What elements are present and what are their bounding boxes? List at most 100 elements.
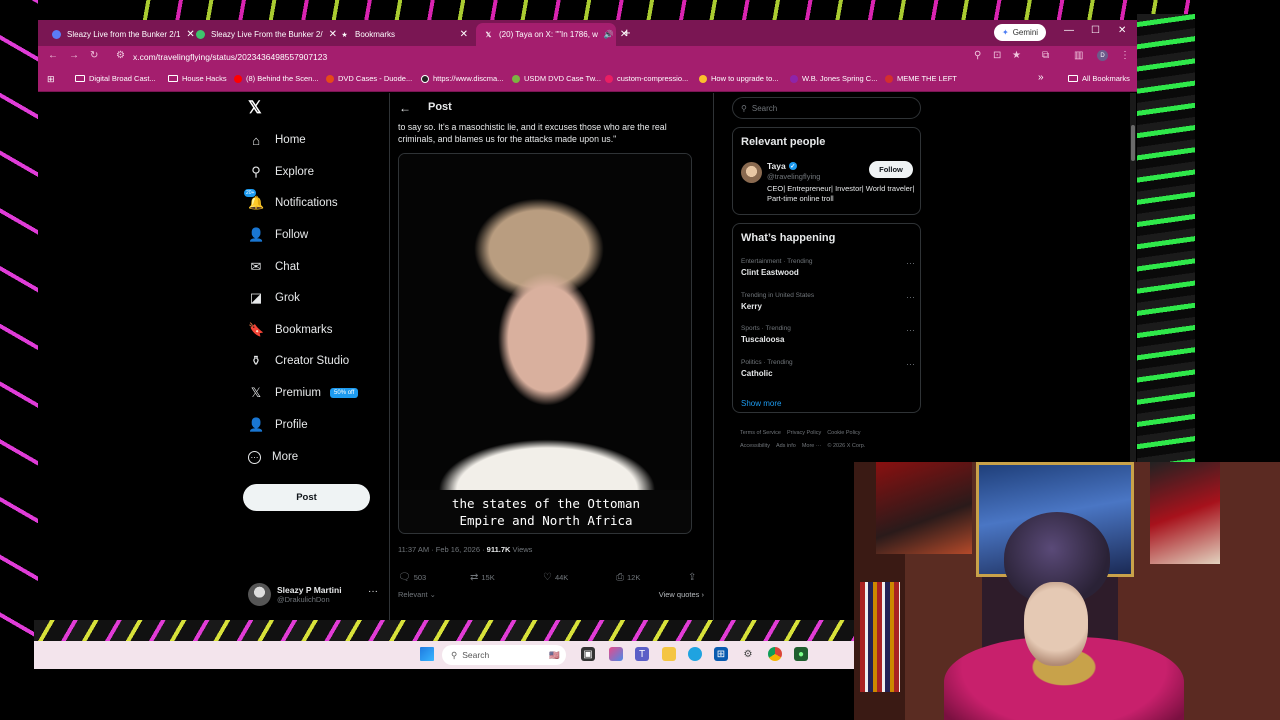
windows-start-icon[interactable] <box>420 647 434 661</box>
chrome-icon[interactable] <box>768 647 782 661</box>
bookmark-custom-compression[interactable]: custom-compressio... <box>605 74 688 83</box>
nav-home[interactable]: ⌂ Home <box>248 129 306 151</box>
share-icon: ⇪ <box>688 572 697 583</box>
url-field[interactable]: x.com/travelingflying/status/20234364985… <box>133 52 327 62</box>
x-logo-icon[interactable]: 𝕏 <box>248 98 262 118</box>
share-button[interactable]: ⇪ <box>688 572 696 583</box>
bookmark-dvd-cases[interactable]: DVD Cases - Duode... <box>326 74 412 83</box>
copilot-icon[interactable] <box>609 647 623 661</box>
bookmark-button[interactable]: ⎙ 12K <box>616 572 640 583</box>
bookmark-icon: 🔖 <box>248 322 265 337</box>
store-icon[interactable]: ⊞ <box>714 647 728 661</box>
gemini-button[interactable]: ✦ Gemini <box>994 24 1047 41</box>
minimize-icon[interactable]: — <box>1064 25 1074 36</box>
trend-item[interactable]: Trending in United States Kerry ··· <box>741 292 915 311</box>
address-bar: ← → ↻ ⚙ x.com/travelingflying/status/202… <box>38 46 1137 68</box>
nav-explore[interactable]: ⚲ Explore <box>248 161 314 183</box>
cookie-link[interactable]: Cookie Policy <box>827 430 860 436</box>
reload-icon[interactable]: ↻ <box>90 50 98 61</box>
sort-dropdown[interactable]: Relevant ⌄ <box>398 590 436 599</box>
reply-button[interactable]: 🗨 503 <box>398 572 426 583</box>
nav-more[interactable]: ⋯ More <box>248 446 298 468</box>
nav-profile[interactable]: 👤 Profile <box>248 414 308 436</box>
all-bookmarks-button[interactable]: All Bookmarks <box>1068 74 1130 83</box>
privacy-link[interactable]: Privacy Policy <box>787 430 821 436</box>
post-timestamp[interactable]: 11:37 AM · Feb 16, 2026 · <box>398 545 487 554</box>
file-explorer-icon[interactable] <box>662 647 676 661</box>
menu-kebab-icon[interactable]: ⋮ <box>1120 50 1130 61</box>
nav-creator-studio[interactable]: ⚱ Creator Studio <box>248 350 350 372</box>
install-icon[interactable]: ⊡ <box>993 50 1001 61</box>
terms-link[interactable]: Terms of Service <box>740 430 781 436</box>
window-close-icon[interactable]: ✕ <box>1118 25 1126 36</box>
account-name: Sleazy P Martini <box>277 585 342 595</box>
tab-sleazy-live-2[interactable]: Sleazy Live From the Bunker 2/ ✕ <box>188 23 337 46</box>
bookmark-star-icon[interactable]: ★ <box>1012 50 1021 61</box>
nav-premium[interactable]: 𝕏 Premium 50% off <box>248 382 359 404</box>
zoom-icon[interactable]: ⚲ <box>974 50 981 61</box>
close-icon[interactable]: ✕ <box>460 29 468 40</box>
more-icon[interactable]: ··· <box>906 258 915 268</box>
bookmark-how-to-upgrade[interactable]: How to upgrade to... <box>699 74 779 83</box>
task-view-icon[interactable]: ▣ <box>581 647 595 661</box>
repost-button[interactable]: ⇄ 15K <box>470 572 495 583</box>
trend-item[interactable]: Entertainment · Trending Clint Eastwood … <box>741 258 915 277</box>
bookmark-house-hacks[interactable]: House Hacks <box>168 74 227 83</box>
nav-follow[interactable]: 👤 Follow <box>248 224 308 246</box>
nav-grok[interactable]: ◪ Grok <box>248 287 300 309</box>
accessibility-link[interactable]: Accessibility <box>740 443 770 449</box>
bookmark-meme-the-left[interactable]: MEME THE LEFT <box>885 74 957 83</box>
back-arrow-icon[interactable]: ← <box>399 101 411 115</box>
more-icon[interactable]: ··· <box>906 325 915 335</box>
teams-icon[interactable]: T <box>635 647 649 661</box>
more-icon[interactable]: ··· <box>906 359 915 369</box>
sidebar-icon[interactable]: ▥ <box>1074 50 1083 61</box>
forward-arrow-icon[interactable]: → <box>69 50 79 61</box>
bookmarks-overflow-button[interactable]: » <box>1038 72 1044 83</box>
like-count: 44K <box>554 573 569 582</box>
ads-info-link[interactable]: Ads info <box>776 443 796 449</box>
whats-happening-card: What’s happening Entertainment · Trendin… <box>732 223 921 413</box>
more-icon[interactable]: ··· <box>906 292 915 302</box>
bookmark-wb-jones[interactable]: W.B. Jones Spring C... <box>790 74 877 83</box>
post-video[interactable]: the states of the Ottoman Empire and Nor… <box>398 153 692 534</box>
avatar <box>248 583 271 606</box>
nav-bookmarks[interactable]: 🔖 Bookmarks <box>248 319 333 341</box>
account-more-icon[interactable]: ··· <box>368 586 378 597</box>
account-switcher[interactable]: Sleazy P Martini @DrakulichDon <box>248 583 342 606</box>
bookmark-discma[interactable]: https://www.discma... <box>421 74 503 83</box>
person-name[interactable]: Taya ✓ <box>767 161 797 171</box>
tab-sleazy-live-1[interactable]: Sleazy Live from the Bunker 2/1 ✕ <box>44 23 195 46</box>
avatar[interactable] <box>741 162 762 183</box>
nav-notifications[interactable]: 🔔 20+ Notifications <box>244 189 338 214</box>
bookmark-digital-broadcast[interactable]: Digital Broad Cast... <box>75 74 156 83</box>
more-link[interactable]: More ··· <box>802 443 822 449</box>
trend-name: Kerry <box>741 302 762 311</box>
back-arrow-icon[interactable]: ← <box>48 50 58 61</box>
tab-bookmarks[interactable]: ★ Bookmarks ✕ <box>332 23 476 46</box>
follow-button[interactable]: Follow <box>869 161 913 178</box>
search-input[interactable]: ⚲ Search <box>732 97 921 119</box>
trend-item[interactable]: Sports · Trending Tuscaloosa ··· <box>741 325 915 344</box>
profile-avatar-icon[interactable]: D <box>1097 50 1108 61</box>
compose-post-button[interactable]: Post <box>243 484 370 511</box>
settings-gear-icon[interactable]: ⚙ <box>741 647 755 661</box>
view-quotes-link[interactable]: View quotes › <box>659 590 704 599</box>
taskbar-search-input[interactable]: ⚲ Search 🇺🇸 <box>442 645 566 665</box>
streaming-app-icon[interactable]: ● <box>794 647 808 661</box>
like-button[interactable]: ♡ 44K <box>543 572 568 583</box>
edge-icon[interactable] <box>688 647 702 661</box>
show-more-link[interactable]: Show more <box>741 399 781 408</box>
extension-icon[interactable]: ⧉ <box>1042 50 1049 61</box>
nav-chat[interactable]: ✉ Chat <box>248 256 300 278</box>
apps-grid-icon[interactable]: ⊞ <box>47 74 55 85</box>
speaker-icon[interactable]: 🔊 <box>604 30 614 39</box>
maximize-icon[interactable]: ☐ <box>1091 25 1100 36</box>
tab-taya-on-x[interactable]: 𝕏 (20) Taya on X: ""In 1786, w 🔊 ✕ <box>476 23 628 46</box>
bookmark-behind-the-scenes[interactable]: (8) Behind the Scen... <box>234 74 319 83</box>
scrollbar-thumb[interactable] <box>1131 125 1135 161</box>
bookmark-usdm-dvd[interactable]: USDM DVD Case Tw... <box>512 74 601 83</box>
site-info-icon[interactable]: ⚙ <box>116 50 125 61</box>
trend-item[interactable]: Politics · Trending Catholic ··· <box>741 359 915 378</box>
new-tab-button[interactable]: + <box>623 25 631 40</box>
